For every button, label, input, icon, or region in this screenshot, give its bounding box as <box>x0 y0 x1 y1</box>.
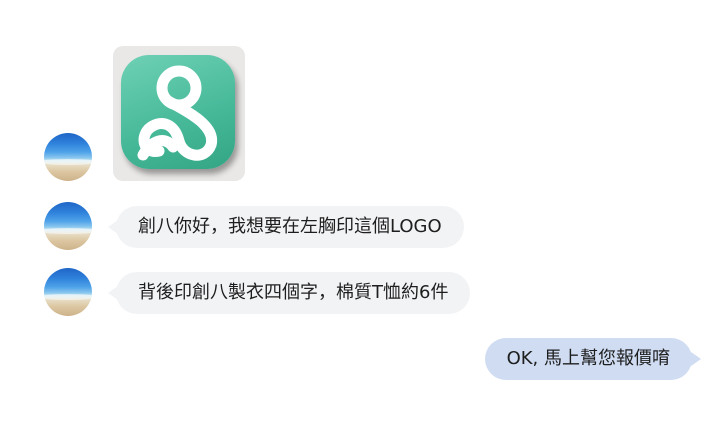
beach-wave <box>44 294 92 300</box>
incoming-message-bubble[interactable]: 背後印創八製衣四個字，棉質T恤約6件 <box>107 272 471 314</box>
logo-mark-icon <box>137 65 218 161</box>
incoming-message-bubble[interactable]: 創八你好，我想要在左胸印這個LOGO <box>108 206 464 248</box>
logo-image <box>121 55 235 169</box>
beach-wave <box>44 159 92 165</box>
customer-avatar[interactable] <box>44 268 92 316</box>
message-text: 創八你好，我想要在左胸印這個LOGO <box>138 216 442 237</box>
outgoing-message-bubble[interactable]: OK, 馬上幫您報價唷 <box>484 338 702 380</box>
logo-image-message[interactable] <box>113 46 245 181</box>
customer-avatar[interactable] <box>44 202 92 250</box>
customer-avatar[interactable] <box>44 133 92 181</box>
message-text: OK, 馬上幫您報價唷 <box>506 348 670 369</box>
beach-wave <box>44 228 92 234</box>
message-text: 背後印創八製衣四個字，棉質T恤約6件 <box>138 282 449 303</box>
